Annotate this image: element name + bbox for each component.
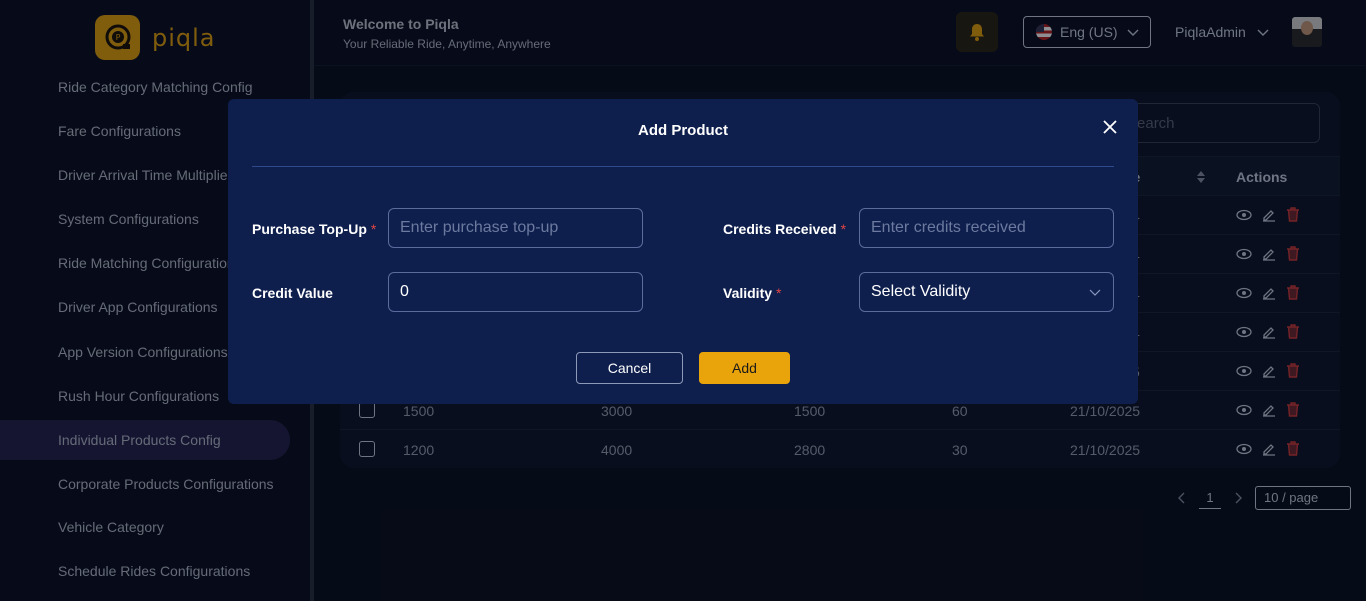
required-mark: * (776, 285, 782, 301)
credits-received-label-text: Credits Received (723, 221, 837, 237)
cancel-button[interactable]: Cancel (576, 352, 683, 384)
purchase-topup-label-text: Purchase Top-Up (252, 221, 367, 237)
validity-select-value: Select Validity (871, 283, 971, 300)
add-product-modal: Add Product Purchase Top-Up* Credits Rec… (228, 99, 1138, 404)
validity-select[interactable]: Select Validity (859, 272, 1114, 312)
credits-received-input[interactable] (859, 208, 1114, 248)
required-mark: * (840, 221, 847, 237)
credits-received-label: Credits Received * (723, 221, 846, 237)
modal-divider (252, 166, 1114, 167)
validity-label: Validity * (723, 285, 781, 301)
modal-title: Add Product (638, 122, 728, 139)
credit-value-input[interactable] (388, 272, 643, 312)
required-mark: * (370, 221, 377, 237)
close-icon[interactable] (1101, 118, 1119, 136)
chevron-down-icon (1089, 289, 1101, 296)
purchase-topup-input[interactable] (388, 208, 643, 248)
purchase-topup-label: Purchase Top-Up * (252, 221, 376, 237)
credit-value-label: Credit Value (252, 285, 333, 301)
add-button[interactable]: Add (699, 352, 790, 384)
validity-label-text: Validity (723, 285, 773, 301)
